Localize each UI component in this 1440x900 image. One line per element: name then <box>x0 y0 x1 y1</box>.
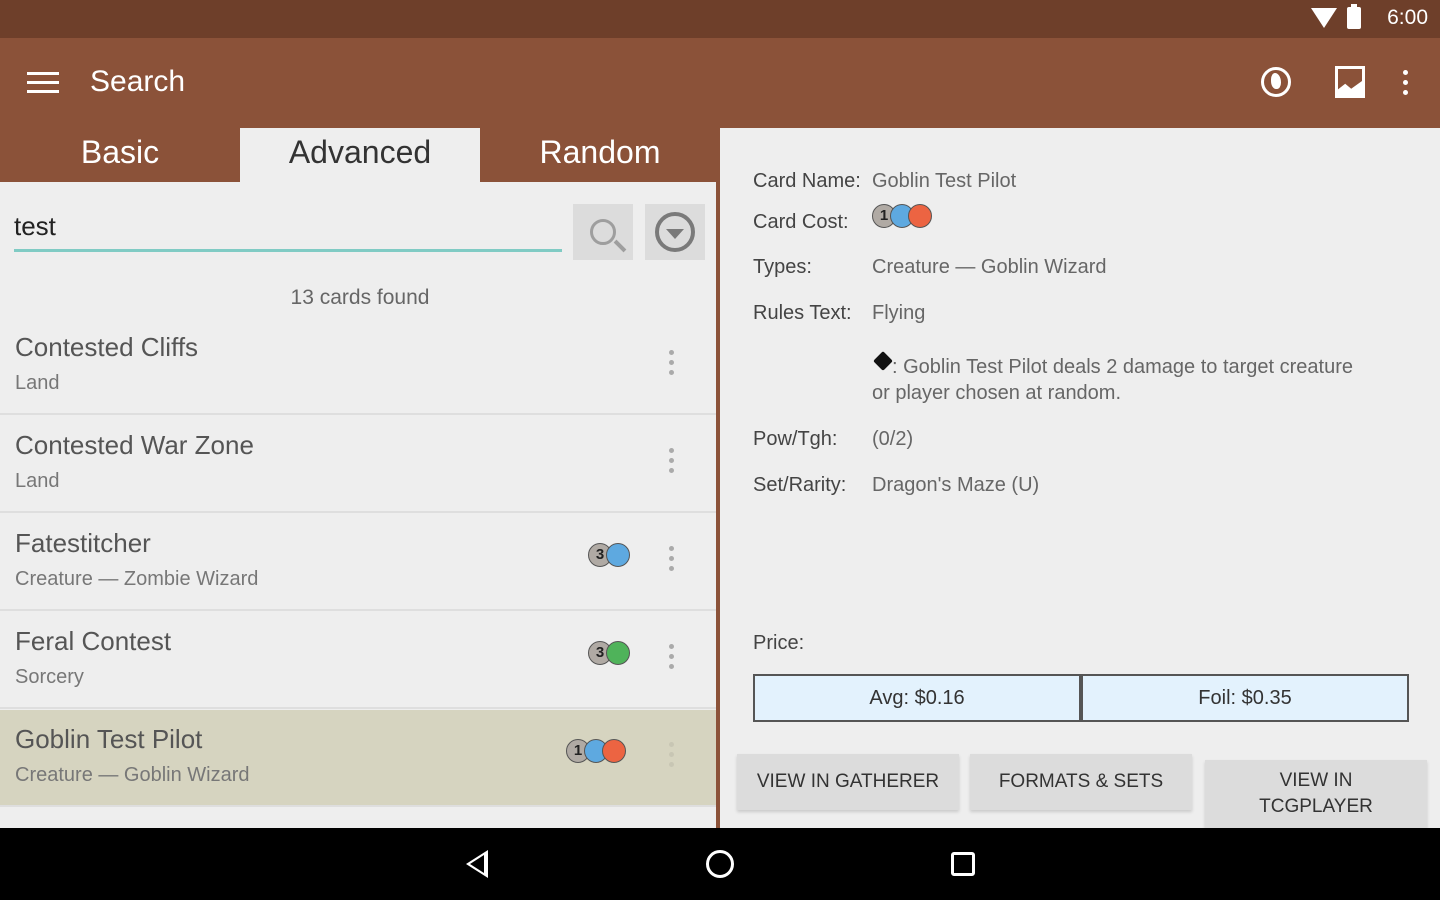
row-overflow-icon[interactable] <box>669 644 674 669</box>
list-item[interactable]: Contested War Zone Land <box>0 416 716 513</box>
tab-advanced[interactable]: Advanced <box>240 128 480 182</box>
recent-apps-icon[interactable] <box>951 852 975 876</box>
mana-cost: 3 <box>588 641 630 665</box>
mana-blue-icon <box>606 543 630 567</box>
home-icon[interactable] <box>706 850 734 878</box>
pow-tgh-label: Pow/Tgh: <box>753 428 838 450</box>
tab-random[interactable]: Random <box>480 128 720 182</box>
wifi-icon <box>1311 8 1338 28</box>
mana-green-icon <box>606 641 630 665</box>
rules-line-2: : Goblin Test Pilot deals 2 damage to ta… <box>892 356 1354 378</box>
list-item[interactable]: Fatestitcher Creature — Zombie Wizard 3 <box>0 514 716 611</box>
formats-and-sets-button[interactable]: FORMATS & SETS <box>970 754 1192 810</box>
status-time: 6:00 <box>1387 6 1428 29</box>
card-type: Creature — Goblin Wizard <box>15 764 250 786</box>
set-rarity-value: Dragon's Maze (U) <box>872 474 1040 496</box>
back-icon[interactable] <box>466 850 488 878</box>
status-bar: 6:00 <box>0 0 1440 38</box>
avg-price-button[interactable]: Avg: $0.16 <box>753 674 1081 722</box>
row-overflow-icon[interactable] <box>669 350 674 375</box>
chart-icon[interactable] <box>1330 62 1370 102</box>
tcg-button-line-1: VIEW IN <box>1279 770 1353 791</box>
page-title: Search <box>90 65 186 98</box>
set-rarity-label: Set/Rarity: <box>753 474 847 496</box>
card-name: Goblin Test Pilot <box>15 724 203 754</box>
mana-cost: 3 <box>588 543 630 567</box>
mana-red-icon <box>602 739 626 763</box>
card-name: Feral Contest <box>15 626 172 656</box>
mana-cost: 1 <box>566 739 626 763</box>
menu-icon[interactable] <box>27 72 59 94</box>
pow-tgh-value: (0/2) <box>872 428 914 450</box>
row-overflow-icon[interactable] <box>669 546 674 571</box>
card-name-label: Card Name: <box>753 170 861 192</box>
chevron-down-icon <box>655 212 695 252</box>
types-value: Creature — Goblin Wizard <box>872 256 1107 278</box>
search-icon <box>590 219 616 245</box>
card-name: Contested Cliffs <box>15 332 199 362</box>
list-item-selected[interactable]: Goblin Test Pilot Creature — Goblin Wiza… <box>0 710 716 807</box>
card-cost-value: 1 <box>872 204 932 228</box>
row-overflow-icon[interactable] <box>669 742 674 767</box>
card-name-value: Goblin Test Pilot <box>872 170 1017 192</box>
types-label: Types: <box>753 256 812 278</box>
globe-icon[interactable] <box>1256 62 1296 102</box>
card-cost-label: Card Cost: <box>753 211 849 233</box>
list-item[interactable]: Contested Cliffs Land <box>0 318 716 415</box>
foil-price-button[interactable]: Foil: $0.35 <box>1081 674 1409 722</box>
row-overflow-icon[interactable] <box>669 448 674 473</box>
card-type: Land <box>15 372 60 394</box>
card-detail-pane: Card Name: Goblin Test Pilot Card Cost: … <box>724 128 1440 828</box>
rules-line-1: Flying <box>872 302 926 324</box>
app-bar: Search <box>0 38 1440 128</box>
price-label: Price: <box>753 632 805 654</box>
list-item[interactable]: Feral Contest Sorcery 3 <box>0 612 716 709</box>
tab-basic[interactable]: Basic <box>0 128 240 182</box>
battery-icon <box>1347 4 1362 29</box>
card-type: Sorcery <box>15 666 84 688</box>
results-pane: 13 cards found Contested Cliffs Land Con… <box>0 182 720 828</box>
system-nav-bar <box>0 828 1440 900</box>
tap-symbol-icon <box>873 351 893 371</box>
rules-line-3: or player chosen at random. <box>872 382 1122 404</box>
tab-bar: Basic Advanced Random <box>0 128 720 182</box>
rules-label: Rules Text: <box>753 302 852 324</box>
card-name: Contested War Zone <box>15 430 254 460</box>
card-type: Land <box>15 470 60 492</box>
tcg-button-line-2: TCGPLAYER <box>1259 796 1373 817</box>
card-name: Fatestitcher <box>15 528 151 558</box>
filter-button[interactable] <box>645 204 705 260</box>
search-input[interactable] <box>14 204 562 252</box>
view-in-tcgplayer-button[interactable]: VIEW IN TCGPLAYER <box>1205 760 1427 828</box>
view-in-gatherer-button[interactable]: VIEW IN GATHERER <box>737 754 959 810</box>
mana-red-icon <box>908 204 932 228</box>
card-type: Creature — Zombie Wizard <box>15 568 259 590</box>
search-button[interactable] <box>573 204 633 260</box>
result-count: 13 cards found <box>290 286 430 309</box>
overflow-menu-icon[interactable] <box>1385 62 1425 102</box>
